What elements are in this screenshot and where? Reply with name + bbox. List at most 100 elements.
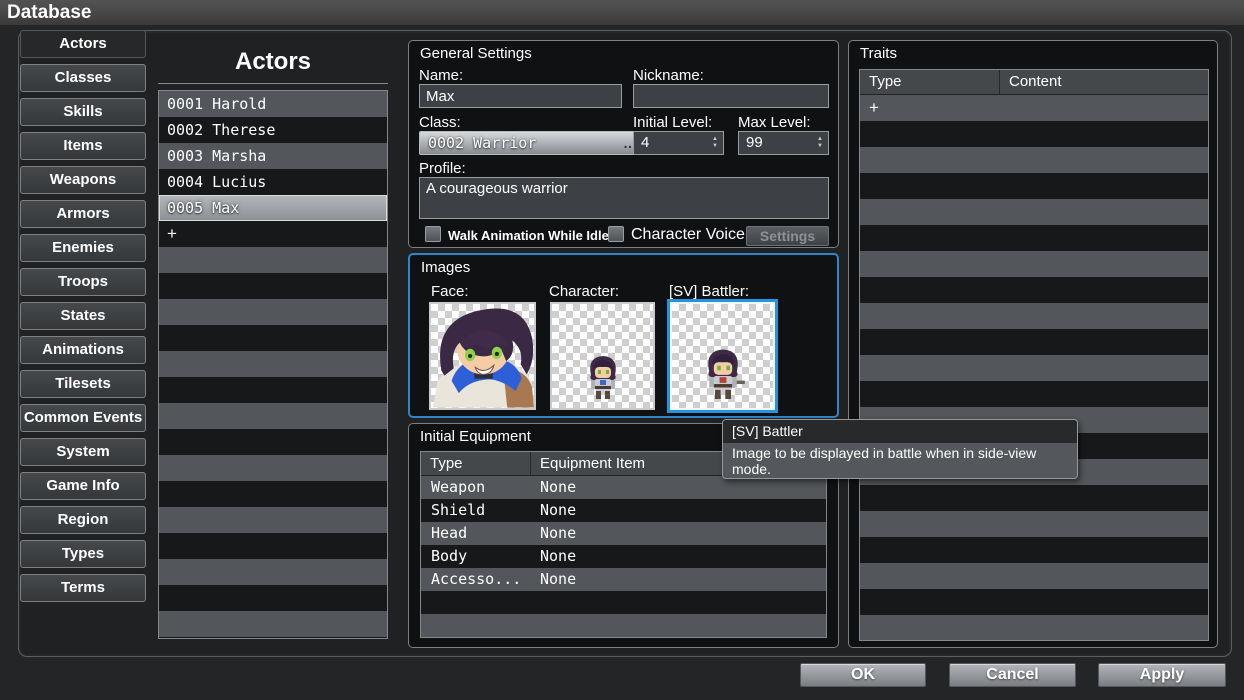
- face-portrait-graphic: [431, 304, 534, 408]
- profile-textarea[interactable]: A courageous warrior: [419, 177, 829, 219]
- character-image[interactable]: [550, 302, 655, 410]
- sidebar-tab-classes[interactable]: Classes: [20, 64, 146, 92]
- sidebar-tab-game-info[interactable]: Game Info: [20, 472, 146, 500]
- sidebar-tab-items[interactable]: Items: [20, 132, 146, 160]
- equipment-empty-row: [421, 591, 826, 614]
- actor-item[interactable]: 0002 Therese: [159, 117, 387, 143]
- actor-item[interactable]: 0003 Marsha: [159, 143, 387, 169]
- name-input[interactable]: [419, 84, 622, 108]
- images-title: Images: [421, 259, 470, 276]
- character-voice-label: Character Voice: [631, 226, 745, 244]
- trait-empty-row: [860, 511, 1208, 537]
- sidebar-tab-types[interactable]: Types: [20, 540, 146, 568]
- actor-item[interactable]: 0005 Max: [159, 195, 387, 221]
- equipment-table: Type Equipment Item WeaponNoneShieldNone…: [420, 451, 827, 638]
- transparency-checker: [431, 304, 534, 408]
- actor-item[interactable]: 0001 Harold: [159, 91, 387, 117]
- equipment-row[interactable]: ShieldNone: [421, 499, 826, 522]
- trait-empty-row: [860, 225, 1208, 251]
- equipment-row[interactable]: BodyNone: [421, 545, 826, 568]
- sidebar-tab-states[interactable]: States: [20, 302, 146, 330]
- add-actor-row[interactable]: +: [159, 221, 387, 247]
- equipment-item-cell: None: [531, 545, 826, 568]
- trait-empty-row: [860, 251, 1208, 277]
- add-trait-row[interactable]: +: [860, 95, 1208, 121]
- actor-empty-row: [159, 325, 387, 351]
- sidebar-tab-terms[interactable]: Terms: [20, 574, 146, 602]
- spinner-up-icon[interactable]: ▲: [712, 136, 718, 143]
- equipment-type-cell: [421, 614, 531, 637]
- equipment-row[interactable]: WeaponNone: [421, 476, 826, 499]
- sidebar-tab-system[interactable]: System: [20, 438, 146, 466]
- traits-col-content: Content: [1000, 70, 1062, 94]
- class-value: 0002 Warrior: [420, 134, 623, 152]
- equipment-item-cell: None: [531, 499, 826, 522]
- tooltip-title: [SV] Battler: [723, 420, 1077, 443]
- images-panel: Images Face: Character: [SV] Battler:: [408, 253, 839, 418]
- actor-empty-row: [159, 611, 387, 637]
- ok-button[interactable]: OK: [800, 663, 926, 687]
- traits-table-header: Type Content: [860, 70, 1208, 95]
- walk-animation-label: Walk Animation While Idle: [448, 228, 609, 243]
- actor-empty-row: [159, 429, 387, 455]
- nickname-input[interactable]: [633, 84, 829, 108]
- profile-label: Profile:: [419, 160, 466, 177]
- class-dropdown[interactable]: 0002 Warrior …: [419, 131, 647, 155]
- sidebar-tab-animations[interactable]: Animations: [20, 336, 146, 364]
- sidebar-tab-enemies[interactable]: Enemies: [20, 234, 146, 262]
- walk-animation-checkbox[interactable]: [425, 226, 441, 242]
- apply-button[interactable]: Apply: [1098, 663, 1226, 687]
- sidebar-tab-tilesets[interactable]: Tilesets: [20, 370, 146, 398]
- trait-empty-row: [860, 485, 1208, 511]
- sv-battler-image[interactable]: [670, 302, 775, 410]
- sidebar-tab-actors[interactable]: Actors: [20, 30, 146, 58]
- equipment-item-cell: [531, 591, 826, 614]
- actor-empty-row: [159, 403, 387, 429]
- sv-battler-sprite-graphic: [700, 344, 746, 408]
- trait-empty-row: [860, 303, 1208, 329]
- sidebar-tab-common-events[interactable]: Common Events: [20, 404, 146, 432]
- equipment-item-cell: None: [531, 568, 826, 591]
- sidebar-tab-skills[interactable]: Skills: [20, 98, 146, 126]
- spinner-down-icon[interactable]: ▼: [712, 143, 718, 150]
- max-level-stepper[interactable]: 99 ▲▼: [738, 131, 829, 155]
- actor-list-heading: Actors: [158, 48, 388, 76]
- traits-panel: Traits Type Content +: [848, 40, 1218, 648]
- character-voice-checkbox[interactable]: [608, 226, 624, 242]
- sidebar-tab-weapons[interactable]: Weapons: [20, 166, 146, 194]
- nickname-label: Nickname:: [633, 67, 704, 84]
- heading-divider: [158, 83, 388, 84]
- sidebar-tab-armors[interactable]: Armors: [20, 200, 146, 228]
- voice-settings-button[interactable]: Settings: [746, 226, 829, 246]
- equipment-type-cell: Weapon: [421, 476, 531, 499]
- general-settings-title: General Settings: [420, 45, 532, 62]
- equipment-row[interactable]: HeadNone: [421, 522, 826, 545]
- face-image[interactable]: [429, 302, 536, 410]
- character-sprite-graphic: [583, 350, 623, 408]
- trait-empty-row: [860, 589, 1208, 615]
- general-settings-panel: General Settings Name: Nickname: Class: …: [408, 40, 839, 248]
- spinner-down-icon[interactable]: ▼: [817, 143, 823, 150]
- sv-battler-tooltip: [SV] Battler Image to be displayed in ba…: [722, 419, 1078, 479]
- initial-equipment-title: Initial Equipment: [420, 428, 531, 445]
- equipment-rows: WeaponNoneShieldNoneHeadNoneBodyNoneAcce…: [421, 476, 826, 637]
- sidebar-tab-region[interactable]: Region: [20, 506, 146, 534]
- trait-empty-row: [860, 563, 1208, 589]
- tooltip-body: Image to be displayed in battle when in …: [723, 443, 1077, 479]
- initial-level-stepper[interactable]: 4 ▲▼: [633, 131, 724, 155]
- equipment-type-cell: [421, 591, 531, 614]
- max-level-label: Max Level:: [738, 114, 811, 131]
- actor-empty-row: [159, 351, 387, 377]
- transparency-checker: [552, 304, 653, 408]
- equipment-row[interactable]: Accesso...None: [421, 568, 826, 591]
- cancel-button[interactable]: Cancel: [949, 663, 1076, 687]
- trait-empty-row: [860, 355, 1208, 381]
- actor-empty-row: [159, 481, 387, 507]
- trait-empty-row: [860, 173, 1208, 199]
- actor-item[interactable]: 0004 Lucius: [159, 169, 387, 195]
- class-label: Class:: [419, 114, 461, 131]
- equipment-empty-row: [421, 614, 826, 637]
- equipment-col-item: Equipment Item: [531, 452, 645, 475]
- sidebar-tab-troops[interactable]: Troops: [20, 268, 146, 296]
- spinner-up-icon[interactable]: ▲: [817, 136, 823, 143]
